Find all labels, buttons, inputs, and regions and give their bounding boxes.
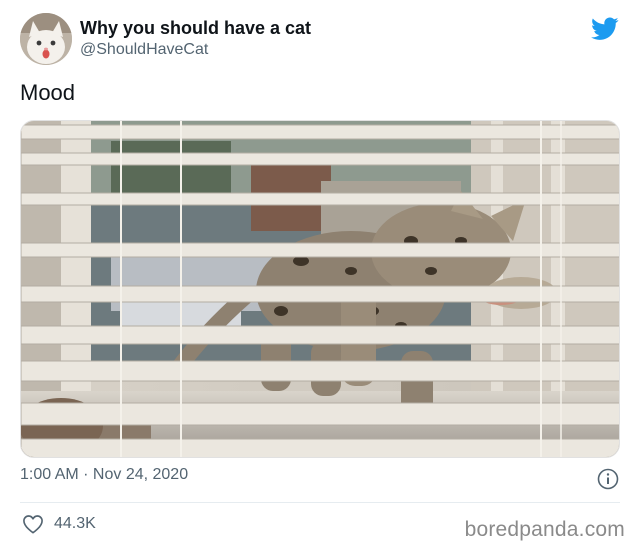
tweet-timestamp[interactable]: 1:00 AM · Nov 24, 2020 <box>20 466 188 484</box>
avatar-cat-photo <box>20 13 72 65</box>
divider <box>20 502 620 503</box>
heart-icon[interactable] <box>22 514 44 534</box>
tweet-card: Why you should have a cat @ShouldHaveCat… <box>0 0 640 551</box>
info-icon[interactable] <box>597 468 619 490</box>
author-handle[interactable]: @ShouldHaveCat <box>80 41 208 59</box>
tweet-text: Mood <box>20 80 76 105</box>
like-count: 44.3K <box>54 515 96 532</box>
cat-in-blinds-photo <box>21 121 619 457</box>
source-watermark: boredpanda.com <box>464 518 625 541</box>
twitter-bird-icon[interactable] <box>591 17 619 41</box>
author-name[interactable]: Why you should have a cat <box>80 18 311 39</box>
avatar[interactable] <box>20 13 72 65</box>
tweet-photo[interactable] <box>20 120 620 458</box>
